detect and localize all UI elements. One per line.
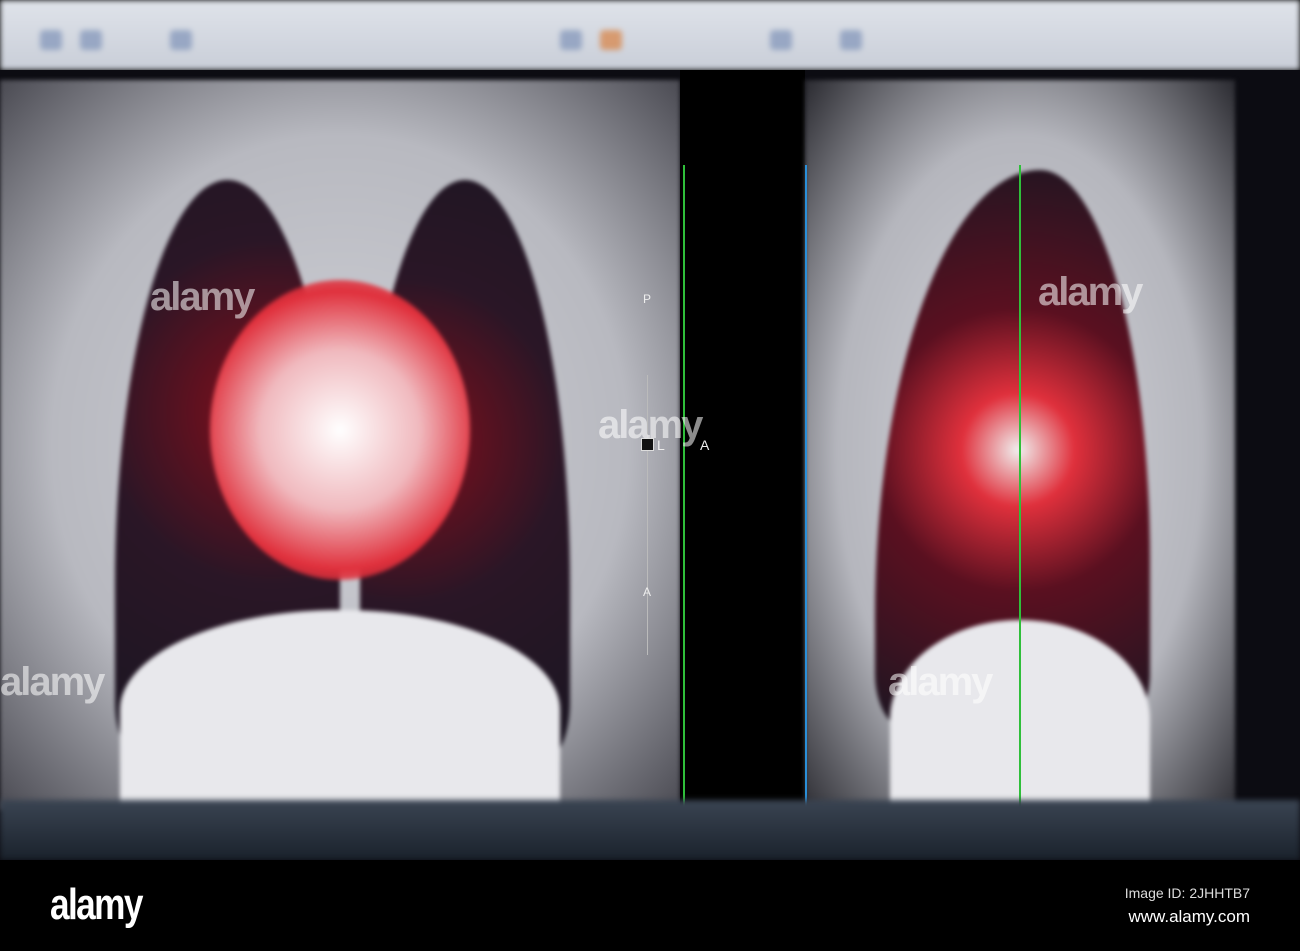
- crosshair-line[interactable]: [683, 165, 685, 825]
- site-url: www.alamy.com: [1128, 907, 1250, 926]
- viewer-toolbar: [0, 0, 1300, 70]
- watermark: alamy: [1038, 270, 1143, 314]
- watermark: alamy: [598, 403, 703, 447]
- toolbar-icon[interactable]: [40, 30, 62, 50]
- toolbar-icon[interactable]: [170, 30, 192, 50]
- heart-highlight: [210, 280, 470, 580]
- diaphragm: [120, 610, 560, 810]
- crosshair-line[interactable]: [1019, 165, 1021, 825]
- alamy-logo: alamy: [50, 880, 143, 929]
- toolbar-icon[interactable]: [840, 30, 862, 50]
- watermark: alamy: [0, 660, 105, 704]
- orientation-top-label: P: [643, 292, 652, 306]
- toolbar-icon[interactable]: [600, 30, 622, 50]
- crosshair-line[interactable]: [805, 165, 807, 825]
- toolbar-icon[interactable]: [770, 30, 792, 50]
- footer: alamy Image ID: 2JHHTB7 www.alamy.com: [0, 860, 1300, 951]
- toolbar-icon[interactable]: [80, 30, 102, 50]
- ct-viewer: [0, 70, 1300, 860]
- toolbar-icon[interactable]: [560, 30, 582, 50]
- watermark: alamy: [888, 660, 993, 704]
- watermark: alamy: [150, 275, 255, 319]
- status-bar: [0, 800, 1300, 860]
- image-id: Image ID: 2JHHTB7: [1124, 885, 1250, 901]
- orientation-bottom-label: A: [643, 585, 652, 599]
